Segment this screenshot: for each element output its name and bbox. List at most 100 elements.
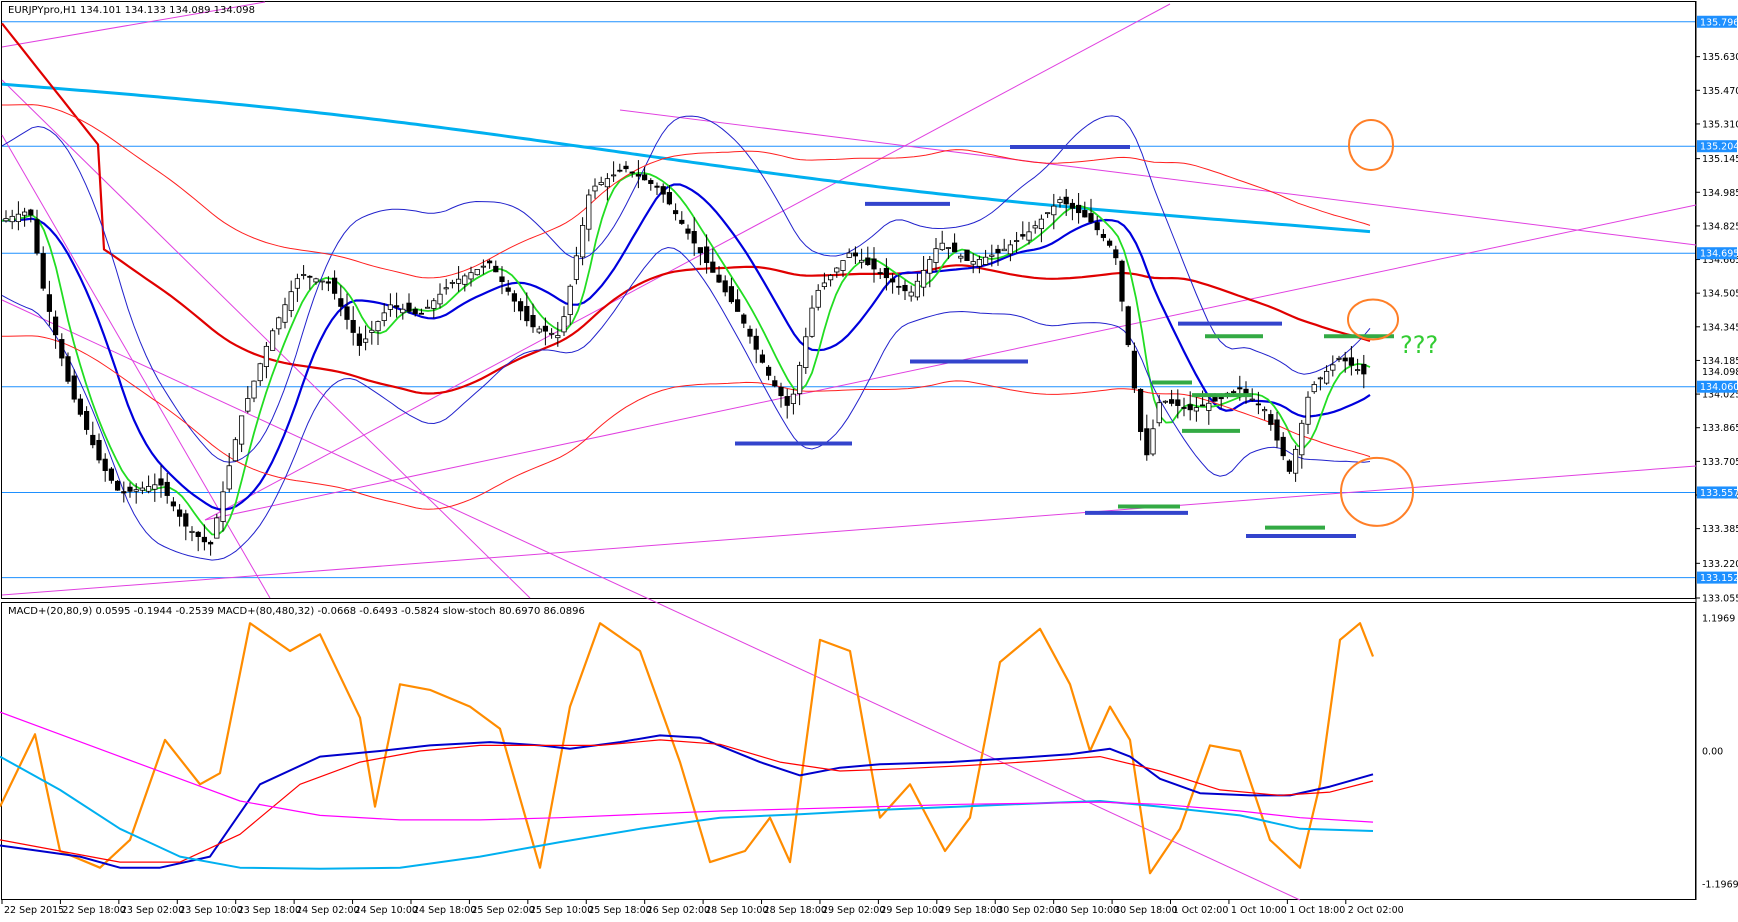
candle-bear	[691, 231, 697, 244]
candle-bull	[1057, 199, 1063, 204]
candle-bear	[1125, 306, 1131, 346]
time-tick-label: 26 Sep 02:00	[647, 905, 710, 916]
price-tick-label: 133.865	[1702, 423, 1738, 434]
candle-bull	[914, 280, 921, 298]
candle-bear	[406, 302, 412, 312]
level-price-label: 135.204	[1700, 142, 1738, 153]
candle-bear	[102, 458, 108, 472]
candle-bear	[1169, 399, 1175, 404]
time-tick-label: 2 Oct 02:00	[1348, 905, 1404, 916]
candle-bear	[1107, 240, 1113, 246]
candle-bear	[1280, 436, 1286, 457]
candle-bear	[34, 219, 40, 254]
candle-bear	[77, 398, 83, 415]
candle-bull	[443, 287, 449, 290]
time-tick-label: 24 Sep 18:00	[413, 905, 476, 916]
candle-bull	[276, 317, 282, 330]
candle-bull	[1336, 357, 1342, 360]
candle-bear	[1286, 460, 1292, 472]
candle-bull	[1150, 428, 1156, 455]
candle-bull	[362, 338, 369, 343]
candle-bear	[728, 286, 735, 303]
candle-bear	[46, 294, 53, 312]
candle-bear	[1218, 397, 1224, 400]
candle-bull	[939, 242, 945, 251]
candle-bull	[238, 415, 245, 445]
candle-bear	[1348, 357, 1354, 366]
time-tick-label: 28 Sep 18:00	[764, 905, 827, 916]
price-tick-label: 134.985	[1702, 188, 1738, 199]
candle-bear	[1094, 222, 1100, 231]
candle-bull	[536, 328, 542, 333]
candle-bear	[772, 380, 778, 387]
candle-bear	[902, 284, 908, 292]
time-tick-label: 23 Sep 10:00	[179, 905, 242, 916]
candle-bear	[1342, 357, 1348, 362]
candle-bull	[989, 254, 995, 257]
candle-bull	[790, 393, 797, 404]
candle-bull	[9, 215, 15, 223]
candle-bull	[1262, 409, 1268, 412]
candle-bear	[344, 306, 350, 320]
level-price-label: 135.796	[1700, 17, 1738, 28]
candle-bear	[896, 285, 902, 288]
candle-bear	[1237, 387, 1243, 390]
candle-bear	[338, 298, 344, 307]
candle-bear	[697, 247, 704, 254]
candle-bear	[1200, 404, 1206, 407]
time-tick-label: 1 Oct 10:00	[1231, 905, 1287, 916]
candle-bear	[350, 319, 356, 333]
candle-bull	[976, 258, 983, 267]
candle-bear	[1212, 396, 1218, 402]
time-tick-label: 1 Oct 18:00	[1289, 905, 1345, 916]
candle-bull	[549, 332, 555, 335]
candle-bear	[623, 165, 629, 170]
candle-bull	[139, 487, 145, 491]
candle-bear	[1069, 202, 1075, 209]
candle-bear	[666, 192, 673, 205]
candle-bull	[1051, 205, 1057, 216]
candle-bear	[1138, 388, 1144, 432]
candle-bull	[846, 252, 852, 258]
candle-bull	[945, 247, 952, 249]
candle-bull	[1014, 240, 1020, 242]
candle-bull	[232, 439, 238, 462]
candle-bull	[1007, 244, 1014, 255]
candle-bear	[499, 276, 505, 283]
candle-bull	[1206, 402, 1212, 411]
candle-bear	[183, 513, 189, 527]
time-tick-label: 22 Sep 2015	[4, 905, 64, 916]
candle-bull	[1193, 407, 1199, 412]
trading-chart[interactable]: ??? 135.630 135.470 135.310 135.145 134.985 1…	[0, 0, 1738, 918]
candle-bear	[331, 277, 338, 294]
time-tick-label: 30 Sep 10:00	[1056, 905, 1119, 916]
chart-canvas[interactable]: ??? 135.630 135.470 135.310 135.145 134.985 1…	[0, 0, 1738, 918]
price-chart-title: EURJPYpro,H1 134.101 134.133 134.089 134…	[8, 5, 255, 16]
candle-bear	[704, 246, 710, 263]
candle-bull	[145, 486, 152, 492]
level-price-label: 134.695	[1700, 249, 1738, 260]
candle-bear	[883, 267, 890, 279]
candle-bull	[245, 398, 251, 412]
candle-bear	[964, 249, 970, 261]
candle-bull	[797, 365, 803, 395]
candle-bull	[1249, 398, 1255, 401]
candle-bear	[952, 242, 958, 253]
candle-bear	[1119, 260, 1125, 302]
candle-bear	[617, 169, 623, 172]
candle-bear	[679, 219, 685, 224]
candle-bull	[424, 306, 431, 309]
candle-bull	[958, 255, 964, 259]
candle-bear	[877, 272, 883, 274]
candle-bear	[170, 501, 176, 507]
candle-bull	[1317, 377, 1323, 380]
candle-bull	[375, 321, 381, 332]
candle-bear	[759, 354, 766, 363]
candle-bear	[176, 509, 183, 517]
candle-bull	[598, 181, 604, 185]
candle-bull	[214, 517, 220, 539]
candle-bear	[1063, 196, 1069, 205]
candle-bear	[753, 335, 759, 350]
price-tick-label: 135.310	[1702, 119, 1738, 130]
candle-bear	[90, 434, 96, 446]
